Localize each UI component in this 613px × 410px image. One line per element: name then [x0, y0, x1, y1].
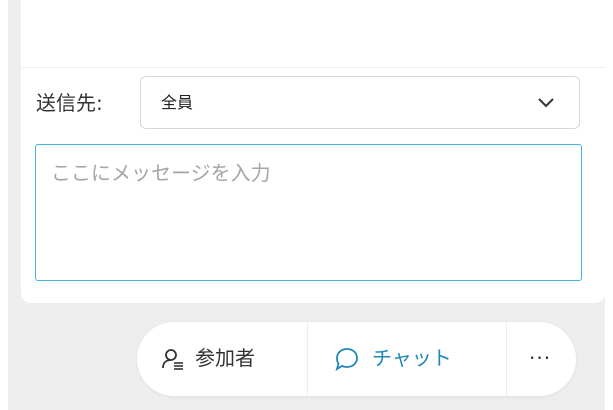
- more-options-button[interactable]: ···: [507, 322, 576, 396]
- meeting-chat-frame: 送信先: 全員 ここにメッセージを入力 参加者 チャット ···: [8, 0, 605, 410]
- panel-divider: [21, 67, 605, 68]
- participants-label: 参加者: [195, 346, 255, 370]
- chat-panel: 送信先: 全員 ここにメッセージを入力: [21, 0, 605, 303]
- participants-button[interactable]: 参加者: [137, 322, 307, 396]
- more-icon: ···: [529, 346, 552, 370]
- chat-label: チャット: [372, 346, 452, 370]
- chat-button[interactable]: チャット: [308, 322, 506, 396]
- message-placeholder: ここにメッセージを入力: [51, 161, 271, 185]
- send-to-label: 送信先:: [36, 91, 103, 115]
- message-input[interactable]: ここにメッセージを入力: [35, 144, 582, 281]
- send-to-select[interactable]: 全員: [140, 76, 580, 129]
- chevron-down-icon: [538, 98, 554, 108]
- chat-bubble-icon: [335, 348, 358, 371]
- participants-icon: [162, 349, 183, 370]
- meeting-toolbar: 参加者 チャット ···: [137, 322, 576, 396]
- send-to-selected-value: 全員: [161, 93, 194, 112]
